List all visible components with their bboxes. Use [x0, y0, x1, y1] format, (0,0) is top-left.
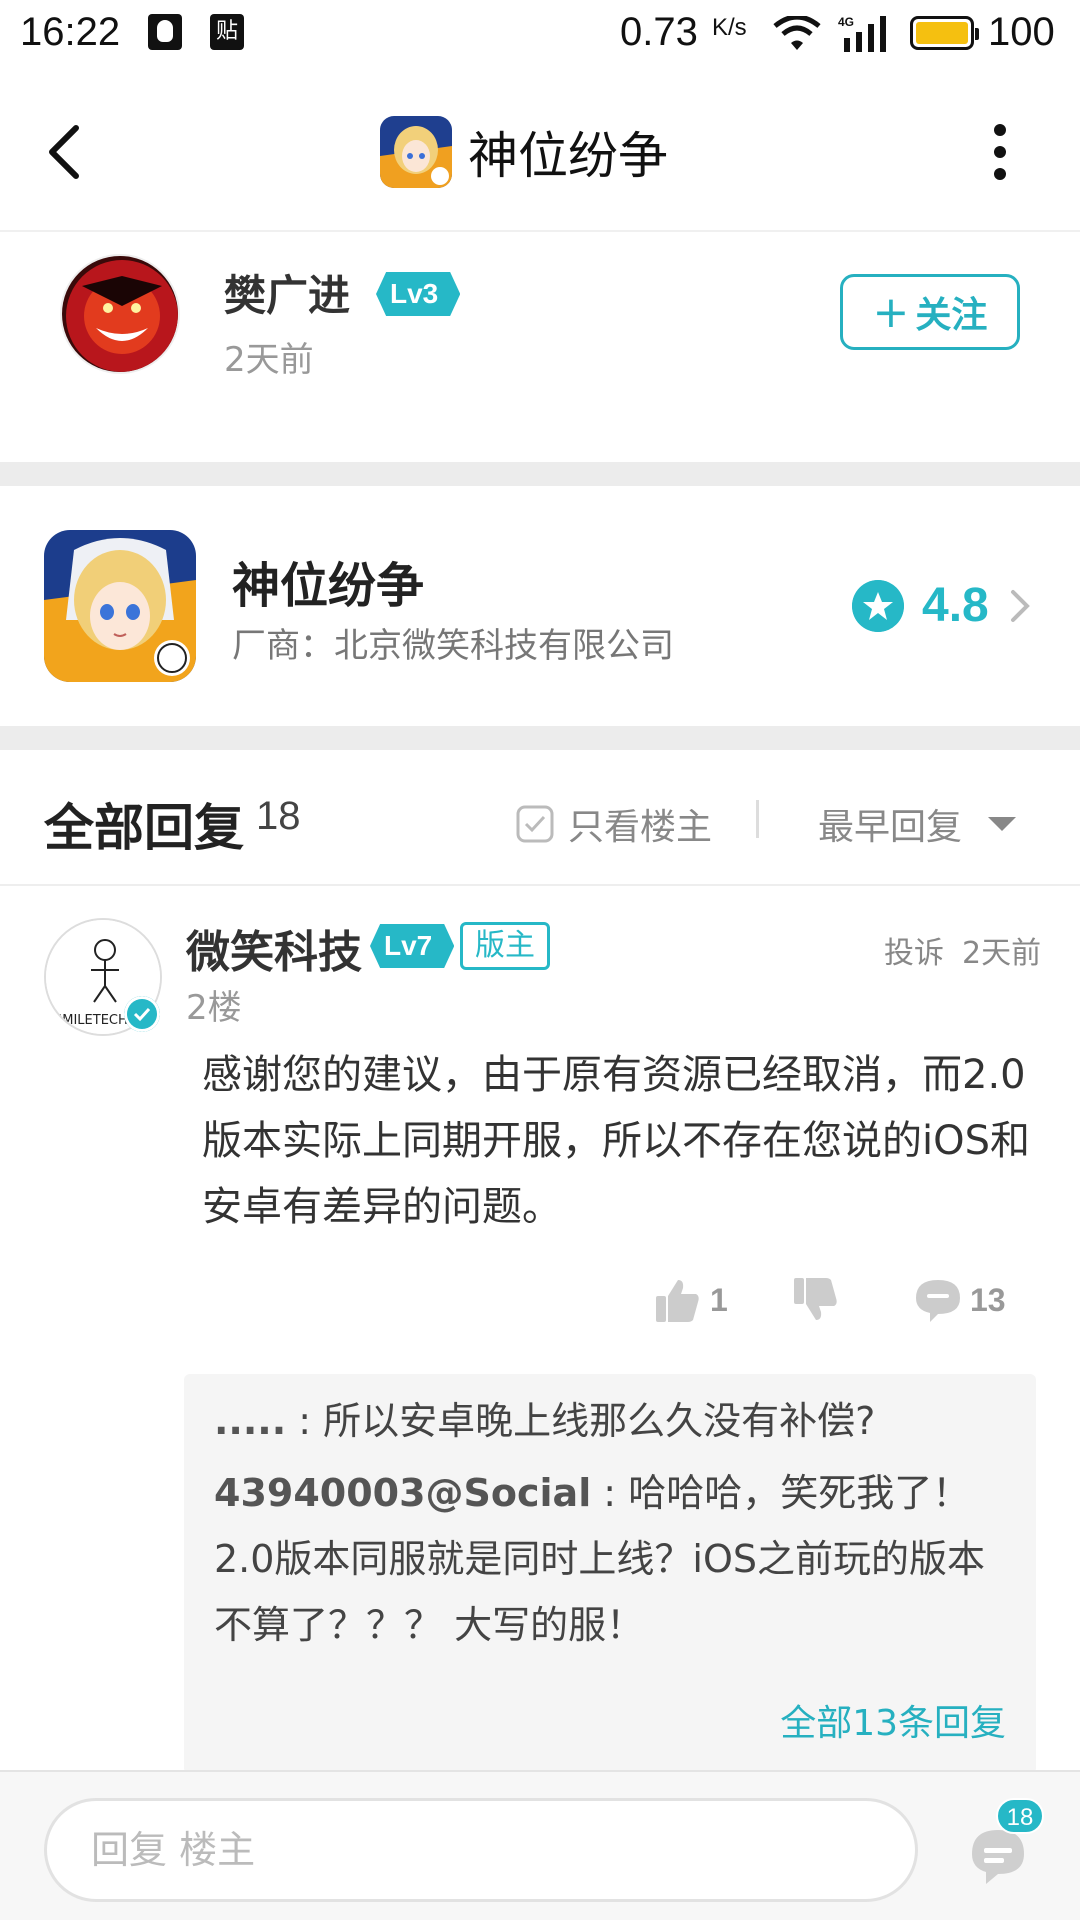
reply-floor: 2楼: [186, 988, 242, 1028]
section-divider: [0, 462, 1080, 486]
reply-author-name[interactable]: 微笑科技: [186, 916, 362, 980]
reply-input[interactable]: 回复 楼主: [44, 1798, 918, 1902]
sort-label: 最早回复: [818, 807, 963, 848]
game-vendor: 厂商：北京微笑科技有限公司: [232, 626, 674, 666]
comment-icon: [916, 1280, 960, 1322]
caret-down-icon: [988, 817, 1017, 831]
author-level-badge: Lv3: [376, 272, 461, 316]
comment-button[interactable]: 13: [914, 1276, 1006, 1324]
status-time: 16:22: [20, 10, 121, 54]
verified-icon: [124, 996, 160, 1032]
top-nav-bar: 神位纷争: [0, 72, 1080, 232]
game-rating: 4.8: [852, 578, 1033, 633]
net-speed-unit: K/s: [712, 14, 747, 41]
subreply-item: 43940003@Social : 哈哈哈，笑死我了！2.0版本同服就是同时上线…: [214, 1460, 1014, 1658]
star-icon: [852, 579, 904, 632]
reply-actions: 1 13: [0, 1276, 1080, 1336]
title-group: 神位纷争: [380, 112, 668, 192]
reply-content: 感谢您的建议，由于原有资源已经取消，而2.0版本实际上同期开服，所以不存在您说的…: [202, 1052, 1030, 1230]
section-divider: [0, 726, 1080, 750]
game-name: 神位纷争: [232, 558, 425, 614]
plus-icon: +: [872, 286, 910, 338]
author-name[interactable]: 樊广进: [224, 262, 350, 323]
subreply-author[interactable]: 43940003@Social: [214, 1471, 591, 1515]
game-card[interactable]: 神位纷争 厂商：北京微笑科技有限公司 4.8: [0, 486, 1080, 726]
avatar-text: SMILETECH: [54, 1013, 128, 1028]
moderator-badge: 版主: [460, 922, 550, 970]
post-author: 樊广进 Lv3 2天前 + 关注: [0, 232, 1080, 462]
subreplies-box[interactable]: ..... : 所以安卓晚上线那么久没有补偿? 43940003@Social …: [184, 1374, 1036, 1774]
separator: [756, 800, 759, 838]
back-arrow-icon[interactable]: [36, 112, 96, 192]
reply-meta: 投诉 2天前: [884, 928, 1041, 972]
thumbs-up-icon: [656, 1280, 699, 1322]
thumbs-down-icon: [794, 1278, 837, 1320]
comment-count: 13: [970, 1281, 1006, 1318]
page-title: 神位纷争: [468, 127, 668, 185]
signal-icon: 4G: [838, 15, 886, 52]
more-options-icon[interactable]: [982, 120, 1018, 184]
status-bar: 16:22 贴 0.73 K/s 4G 100: [0, 0, 1080, 72]
chevron-right-icon: [1010, 589, 1030, 622]
reply-item: SMILETECH 微笑科技 Lv7 版主 投诉 2天前 2楼 感谢您的建议，由于…: [0, 886, 1080, 1774]
tieba-icon: 贴: [210, 14, 244, 50]
replies-title: 全部回复: [44, 799, 244, 857]
like-button[interactable]: 1: [654, 1276, 728, 1324]
subreply-separator: :: [286, 1399, 324, 1443]
net-speed: 0.73: [620, 10, 698, 54]
only-op-filter[interactable]: 只看楼主: [516, 798, 712, 850]
post-time: 2天前: [224, 340, 314, 380]
bottom-reply-bar: 回复 楼主 18: [0, 1770, 1080, 1920]
follow-button[interactable]: + 关注: [840, 274, 1020, 350]
subreply-author[interactable]: .....: [214, 1399, 286, 1443]
replies-count: 18: [256, 794, 301, 838]
view-all-replies-link[interactable]: 全部13条回复: [780, 1694, 1006, 1746]
reply-time: 2天前: [962, 936, 1042, 971]
dislike-button[interactable]: [792, 1276, 840, 1324]
replies-header: 全部回复 18 只看楼主 最早回复: [0, 750, 1080, 886]
only-op-label: 只看楼主: [568, 807, 713, 848]
checkbox-icon[interactable]: [516, 805, 554, 843]
like-count: 1: [710, 1281, 728, 1318]
report-link[interactable]: 投诉: [884, 936, 944, 971]
battery-icon: [910, 16, 979, 50]
wifi-icon: [773, 16, 821, 50]
subreply-item: ..... : 所以安卓晚上线那么久没有补偿?: [214, 1388, 1014, 1454]
game-icon: [44, 530, 196, 682]
comment-count-badge: 18: [996, 1798, 1044, 1834]
qq-icon: [148, 14, 182, 50]
game-thumbnail: [380, 116, 452, 188]
subreply-separator: :: [591, 1471, 629, 1515]
author-avatar[interactable]: [60, 254, 180, 374]
reply-level-badge: Lv7: [370, 924, 455, 968]
network-type: 4G: [838, 15, 854, 29]
follow-label: 关注: [915, 295, 988, 336]
rating-value: 4.8: [922, 579, 989, 632]
sort-dropdown[interactable]: 最早回复: [818, 798, 1017, 850]
subreply-text: 所以安卓晚上线那么久没有补偿?: [323, 1399, 876, 1443]
battery-level: 100: [988, 10, 1055, 54]
